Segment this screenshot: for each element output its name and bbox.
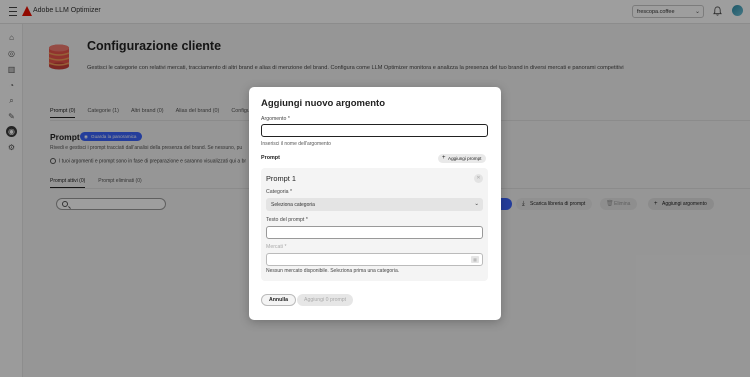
prompt-text-input[interactable] — [266, 226, 483, 239]
required-mark: * — [305, 217, 308, 223]
topic-input[interactable] — [261, 124, 488, 137]
prompt-text-label-text: Testo del prompt — [266, 217, 305, 223]
prompt-text-label: Testo del prompt * — [266, 217, 308, 223]
dialog-title: Aggiungi nuovo argomento — [261, 98, 386, 109]
required-mark: * — [284, 244, 287, 250]
markets-input: ▦ — [266, 253, 483, 266]
topic-help-text: Inserisci il nome dell'argomento — [261, 141, 331, 147]
markets-label: Mercati * — [266, 244, 287, 250]
prompt-card-title: Prompt 1 — [266, 174, 296, 183]
remove-prompt-icon[interactable]: ✕ — [474, 174, 483, 183]
prompt-card: Prompt 1 ✕ Categoria * Seleziona categor… — [261, 168, 488, 281]
add-prompt-label: Aggiungi prompt — [448, 156, 482, 161]
cancel-button[interactable]: Annulla — [261, 294, 297, 306]
category-label: Categoria * — [266, 189, 292, 195]
plus-icon: + — [442, 155, 446, 161]
required-mark: * — [289, 189, 292, 195]
topic-label: Argomento * — [261, 116, 290, 122]
add-prompt-button[interactable]: + Aggiungi prompt — [438, 154, 487, 163]
chevron-down-icon: ⌄ — [474, 201, 479, 207]
required-mark: * — [287, 116, 290, 122]
category-select-value: Seleziona categoria — [271, 202, 315, 208]
markets-label-text: Mercati — [266, 244, 284, 250]
markets-note: Nessun mercato disponibile. Seleziona pr… — [266, 268, 400, 274]
category-label-text: Categoria — [266, 189, 289, 195]
add-topic-dialog: Aggiungi nuovo argomento Argomento * Ins… — [249, 87, 501, 320]
category-select[interactable]: Seleziona categoria ⌄ — [266, 198, 483, 211]
topic-label-text: Argomento — [261, 116, 287, 122]
markets-picker-icon: ▦ — [471, 256, 479, 263]
submit-button[interactable]: Aggiungi 0 prompt — [297, 294, 354, 306]
prompt-heading: Prompt — [261, 155, 280, 161]
